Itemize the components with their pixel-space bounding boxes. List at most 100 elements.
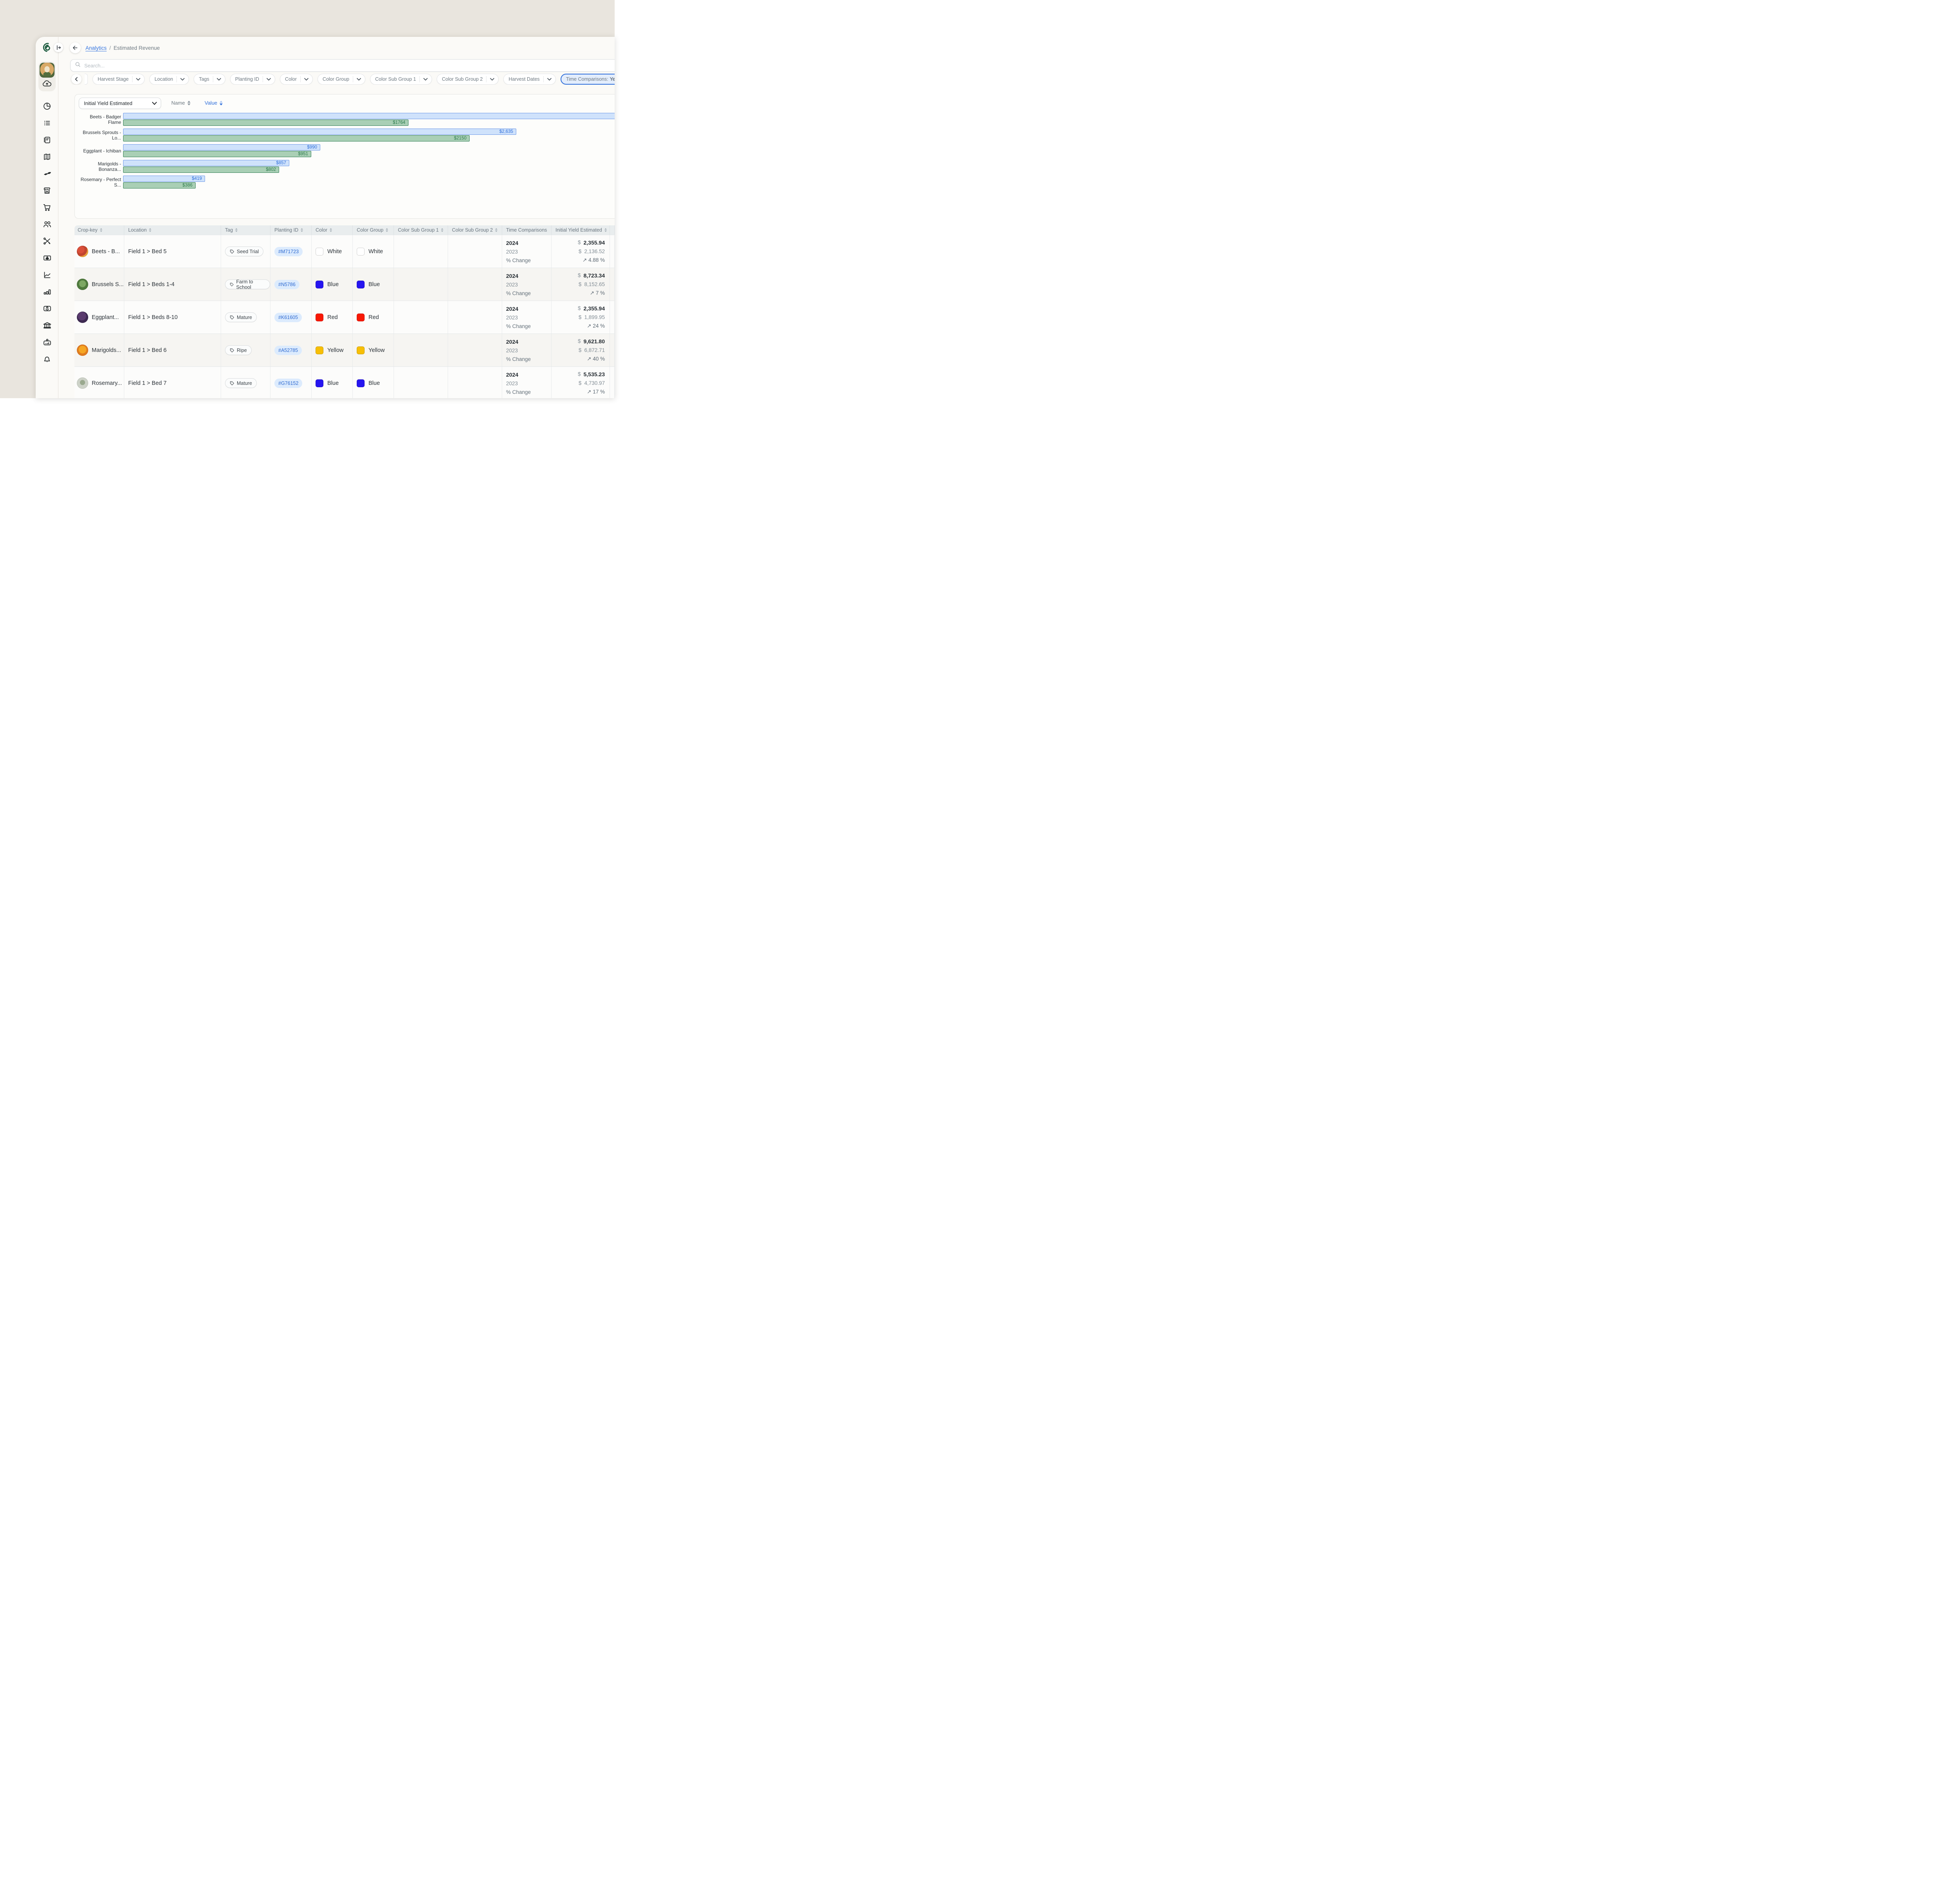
table-row[interactable]: Rosemary... Field 1 > Bed 7 Mature #G761… (74, 366, 615, 398)
tag-chip[interactable]: Seed Trial (225, 247, 264, 256)
filter-chip-harvest-dates[interactable]: Harvest Dates (503, 74, 556, 85)
sidebar-item-map-icon[interactable] (36, 148, 58, 165)
sidebar-item-line-chart-icon[interactable] (36, 266, 58, 283)
planting-id-chip[interactable]: #K61605 (274, 312, 302, 322)
filter-chip-color-group[interactable]: Color Group (317, 74, 366, 85)
percent-change: ↗ 17 % (587, 389, 605, 395)
chart-group: Rosemary - Perfect S... $419 $386 (78, 176, 615, 189)
time-comparisons-cell: 2024 2023% Change (502, 367, 552, 398)
yield-values-cell: $9,621.80 $6,872.71 ↗ 40 % (552, 334, 610, 366)
filter-chip-color[interactable]: Color (280, 74, 313, 85)
sort-by-value[interactable]: Value (205, 100, 223, 106)
table-row[interactable]: Marigolds... Field 1 > Bed 6 Ripe #A5278… (74, 334, 615, 366)
sort-arrows-icon (235, 228, 238, 232)
bar-previous[interactable]: $951 (123, 151, 311, 157)
sidebar-item-leaf-icon[interactable] (36, 165, 58, 182)
sidebar-item-storefront-icon[interactable] (36, 182, 58, 199)
filter-bar: Harvest Stage Location Tags Planting ID … (58, 74, 615, 85)
column-header-color-sub-group-2[interactable]: Color Sub Group 2 (448, 225, 502, 235)
sidebar-item-journal-icon[interactable] (36, 131, 58, 148)
sidebar-item-pie-chart-icon[interactable] (36, 98, 58, 114)
sidebar-item-bar-chart-icon[interactable] (36, 283, 58, 300)
sidebar-item-terminal-icon[interactable] (36, 334, 58, 350)
bar-previous[interactable]: $1764 (123, 120, 408, 126)
bar-previous[interactable]: $2150 (123, 135, 470, 141)
sort-by-name[interactable]: Name (171, 100, 191, 106)
bar-current[interactable]: $2,635 (123, 129, 516, 135)
spacer-cell (610, 367, 615, 398)
cloud-upload-icon[interactable] (42, 80, 52, 89)
workspace-avatar[interactable] (40, 63, 54, 78)
color-label: Blue (327, 281, 339, 288)
sidebar-item-list-icon[interactable] (36, 114, 58, 131)
column-header-color-sub-group-1[interactable]: Color Sub Group 1 (394, 225, 448, 235)
brand-logo-icon[interactable] (42, 42, 53, 53)
chevron-down-icon (136, 76, 141, 83)
chart-card: Initial Yield Estimated Name Value Beets… (74, 94, 615, 219)
bar-value-label: $1764 (393, 120, 405, 125)
sidebar-item-users-icon[interactable] (36, 216, 58, 232)
column-header-initial-yield-estimated[interactable]: Initial Yield Estimated (552, 225, 610, 235)
bar-current[interactable]: $857 (123, 160, 289, 166)
color-group-swatch (357, 280, 365, 288)
filter-chip-planting-id[interactable]: Planting ID (230, 74, 276, 85)
sidebar-item-id-card-icon[interactable] (36, 249, 58, 266)
planting-id-chip[interactable]: #N5786 (274, 279, 299, 289)
column-header-color-group[interactable]: Color Group (353, 225, 394, 235)
planting-id-chip[interactable]: #M71723 (274, 247, 303, 256)
filter-chip-color-sub-group-1[interactable]: Color Sub Group 1 (370, 74, 432, 85)
sort-arrows-icon (329, 228, 332, 232)
sidebar-item-tools-icon[interactable] (36, 232, 58, 249)
planting-id-chip[interactable]: #A52785 (274, 345, 302, 355)
filter-chip-tags[interactable]: Tags (194, 74, 225, 85)
column-header-tag[interactable]: Tag (221, 225, 270, 235)
column-header-planting-id[interactable]: Planting ID (270, 225, 312, 235)
filter-chip-location[interactable]: Location (149, 74, 189, 85)
scroll-left-button[interactable] (71, 74, 82, 84)
filter-chip-time-comparisons-active[interactable]: Time Comparisons: Year over Year (560, 74, 615, 85)
bar-previous[interactable]: $386 (123, 182, 196, 189)
sort-arrows-icon (187, 100, 191, 105)
table-row[interactable]: Eggplant... Field 1 > Beds 8-10 Mature #… (74, 301, 615, 334)
bar-previous[interactable]: $802 (123, 167, 279, 173)
time-comparisons-cell: 2024 2023% Change (502, 301, 552, 334)
back-button[interactable] (70, 42, 81, 53)
color-group-label: White (368, 248, 383, 255)
filter-chip-color-sub-group-2[interactable]: Color Sub Group 2 (437, 74, 499, 85)
percent-change: ↗ 7 % (590, 290, 605, 296)
column-header-location[interactable]: Location (124, 225, 221, 235)
crop-avatar (77, 246, 88, 257)
bar-value-label: $2,635 (499, 129, 513, 134)
tag-chip[interactable]: Ripe (225, 345, 252, 355)
sort-arrows-icon (495, 228, 498, 232)
sidebar-item-bank-icon[interactable] (36, 317, 58, 334)
filter-chip-partial[interactable] (85, 74, 88, 85)
table-row[interactable]: Brussels S... Field 1 > Beds 1-4 Farm to… (74, 268, 615, 301)
tag-chip[interactable]: Mature (225, 312, 257, 322)
tag-chip[interactable]: Mature (225, 378, 257, 388)
breadcrumb-separator: / (109, 45, 111, 51)
column-header-crop-key[interactable]: Crop-key (74, 225, 124, 235)
time-comparisons-cell: 2024 2023% Change (502, 235, 552, 268)
breadcrumb-analytics-link[interactable]: Analytics (85, 45, 107, 51)
planting-id-chip[interactable]: #G76152 (274, 378, 303, 388)
color-label: White (327, 248, 342, 255)
bar-current[interactable]: $419 (123, 176, 205, 182)
sidebar-item-bell-icon[interactable] (36, 350, 58, 367)
search-input[interactable] (84, 62, 615, 69)
sidebar-item-cart-icon[interactable] (36, 199, 58, 216)
bar-value-label: $386 (182, 183, 192, 188)
bar-current[interactable] (123, 113, 615, 119)
main-content: Analytics/Estimated Revenue Harvest Stag… (58, 37, 615, 398)
sidebar-item-inbox-icon[interactable] (36, 300, 58, 317)
column-header-color[interactable]: Color (312, 225, 353, 235)
metric-select[interactable]: Initial Yield Estimated (79, 98, 161, 109)
bar-current[interactable]: $990 (123, 144, 320, 150)
table-row[interactable]: Beets - B... Field 1 > Bed 5 Seed Trial … (74, 235, 615, 268)
location-cell: Field 1 > Beds 1-4 (124, 268, 221, 301)
color-sub-group-2-cell (448, 235, 502, 268)
chevron-down-icon (180, 76, 185, 83)
tag-chip[interactable]: Farm to School (225, 279, 270, 290)
filter-chip-harvest-stage[interactable]: Harvest Stage (93, 74, 145, 85)
search-icon (75, 62, 81, 69)
